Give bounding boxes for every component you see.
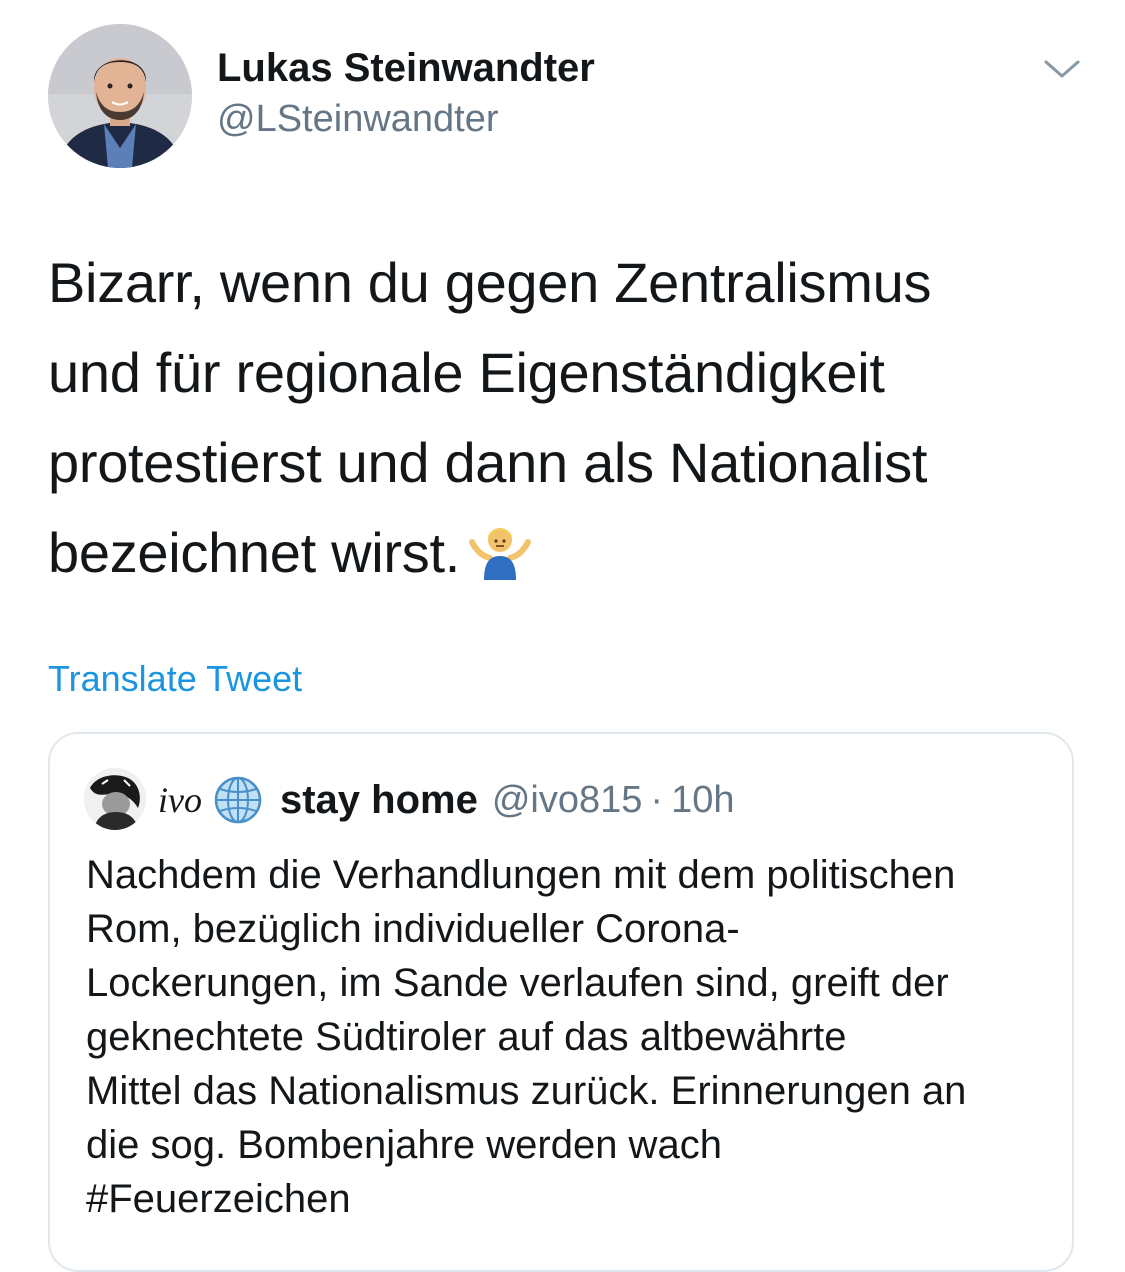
hashtag-link[interactable]: #Feuerzeichen — [86, 1172, 1066, 1226]
quoted-tweet[interactable]: ivo stay home @ivo815 · 10h Nachdem die … — [48, 732, 1074, 1272]
quoted-text-line: geknechtete Südtiroler auf das altbewähr… — [86, 1015, 847, 1059]
quoted-handle[interactable]: @ivo815 — [492, 779, 643, 822]
quoted-name-prefix[interactable]: ivo — [158, 779, 202, 821]
quoted-text-line: die sog. Bombenjahre werden wach — [86, 1123, 722, 1167]
author-avatar[interactable] — [48, 24, 192, 168]
tweet-text-line: protestierst und dann als Nationalist — [48, 431, 928, 494]
quoted-text-line: Rom, bezüglich individueller Corona- — [86, 907, 740, 951]
quoted-text-line: Nachdem die Verhandlungen mit dem politi… — [86, 853, 956, 897]
quoted-display-name[interactable]: stay home — [280, 778, 478, 823]
author-name[interactable]: Lukas Steinwandter — [217, 46, 595, 91]
shrug-emoji — [468, 516, 532, 580]
tweet: Lukas Steinwandter @LSteinwandter Bizarr… — [0, 0, 1125, 1272]
translate-tweet-link[interactable]: Translate Tweet — [48, 658, 302, 700]
tweet-text-line: und für regionale Eigenständigkeit — [48, 341, 885, 404]
quoted-text-line: Lockerungen, im Sande verlaufen sind, gr… — [86, 961, 949, 1005]
chevron-down-icon[interactable] — [1040, 52, 1084, 88]
quoted-text-line: Mittel das Nationalismus zurück. Erinner… — [86, 1069, 967, 1113]
tweet-text: Bizarr, wenn du gegen Zentralismus und f… — [48, 238, 1088, 598]
tweet-text-line-content: bezeichnet wirst. — [48, 521, 460, 584]
tweet-text-line: bezeichnet wirst. — [48, 508, 1088, 598]
quoted-timestamp[interactable]: 10h — [671, 779, 734, 822]
quoted-text: Nachdem die Verhandlungen mit dem politi… — [86, 848, 1066, 1226]
separator-dot: · — [650, 778, 664, 821]
tweet-text-line: Bizarr, wenn du gegen Zentralismus — [48, 251, 932, 314]
quoted-avatar[interactable] — [84, 768, 146, 830]
quoted-header: ivo stay home @ivo815 · 10h — [158, 774, 734, 826]
globe-icon — [212, 774, 264, 826]
author-handle[interactable]: @LSteinwandter — [217, 98, 499, 141]
